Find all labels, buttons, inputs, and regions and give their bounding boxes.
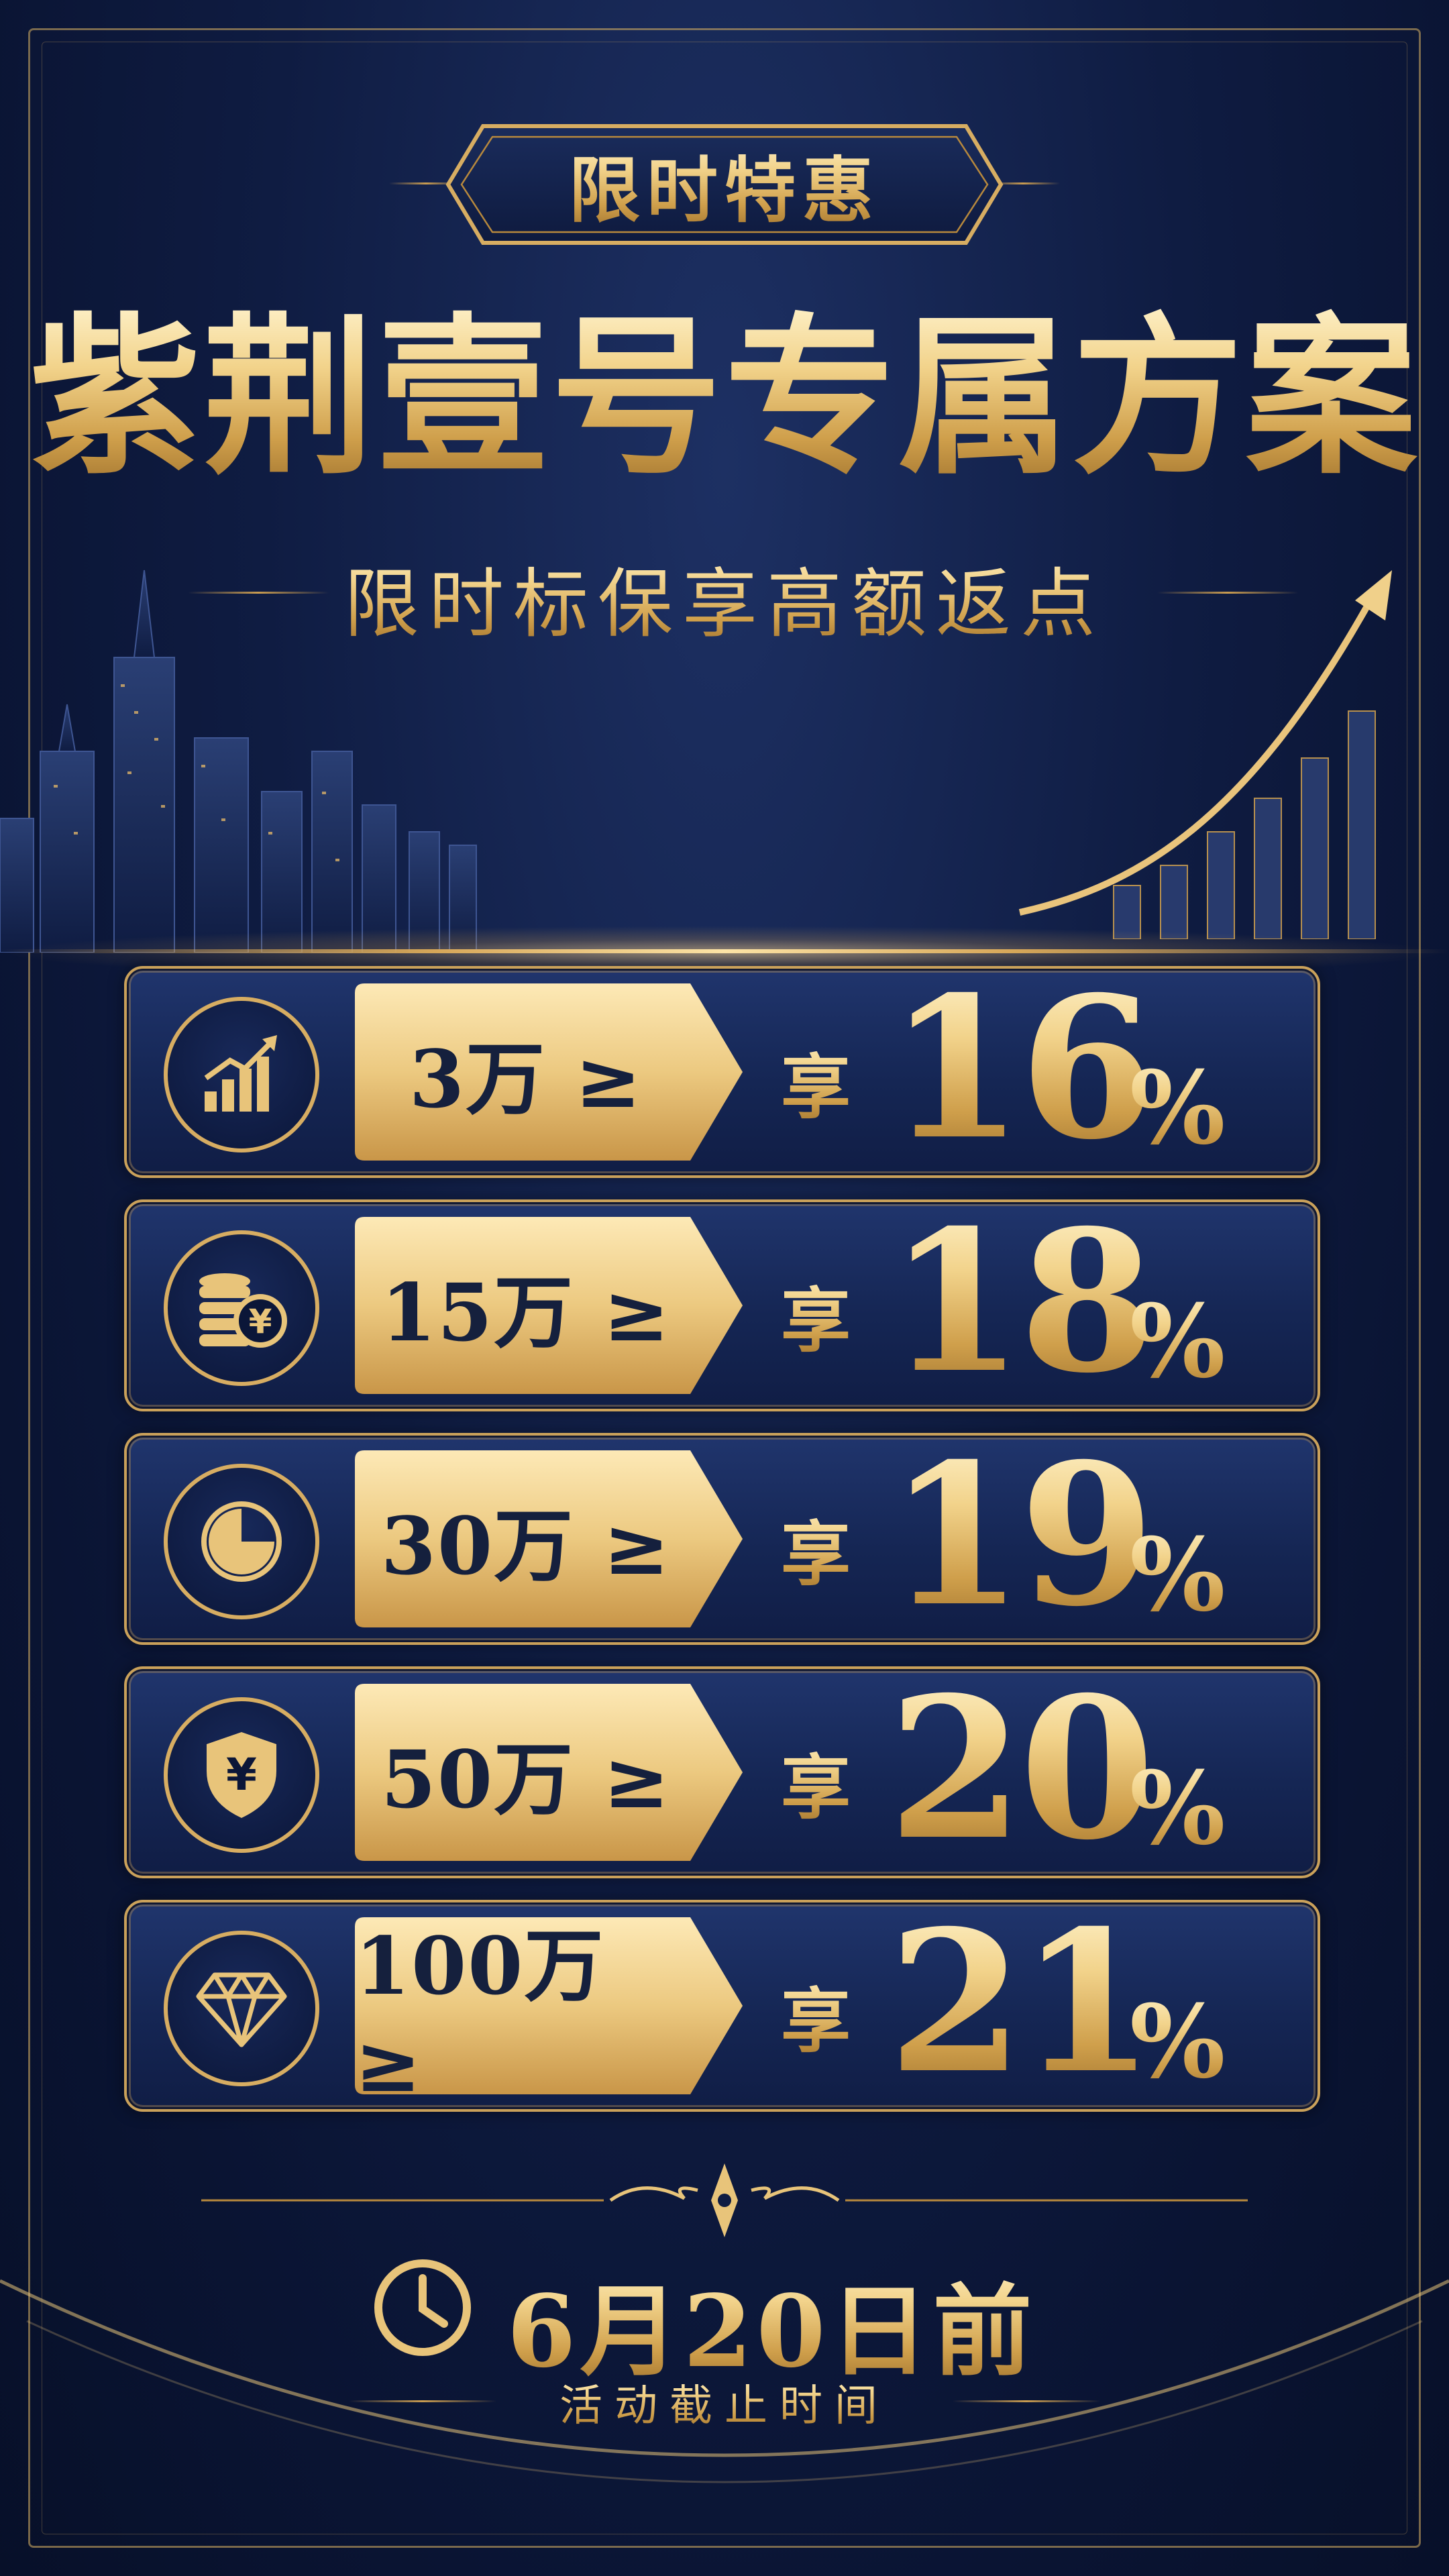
svg-text:¥: ¥ [249,1302,272,1341]
tier-enjoy-label: 享 [781,1731,851,1832]
tier-rate: 21 [888,1888,1155,2116]
tier-threshold-plate: 3万 ≥ [355,983,744,1161]
tier-enjoy-label: 享 [781,1497,851,1599]
promo-badge: 限时特惠 [443,121,1006,248]
badge-label: 限时特惠 [569,133,880,236]
tier-row-2: ¥ 15万 ≥ 享 18 % [124,1195,1320,1411]
tier-percent-sign: % [1130,1983,1226,2101]
tier-row-5: 100万 ≥ 享 21 % [124,1896,1320,2112]
tier-rate: 20 [888,1655,1155,1883]
tier-enjoy-label: 享 [781,1264,851,1365]
bottom-arc-decoration [0,2279,1449,2483]
coins-yuan-icon: ¥ [164,1230,319,1386]
tier-rate: 18 [888,1188,1155,1416]
tier-enjoy-label: 享 [781,1964,851,2065]
tier-threshold: 100万 ≥ [355,1919,605,2110]
tier-row-3: 30万 ≥ 享 19 % [124,1429,1320,1645]
bar-chart-icon [164,997,319,1152]
tier-row-4: ¥ 50万 ≥ 享 20 % [124,1662,1320,1878]
city-skyline-icon [0,570,477,953]
tier-row-1: 3万 ≥ 享 16 % [124,962,1320,1178]
diamond-icon [164,1931,319,2086]
page-title: 紫荆壹号专属方案 [0,295,1449,500]
tier-threshold: 3万 ≥ [409,1032,643,1126]
tier-rate: 16 [888,955,1155,1183]
svg-text:¥: ¥ [226,1749,257,1801]
tier-percent-sign: % [1130,1516,1226,1634]
tier-threshold-plate: 50万 ≥ [355,1684,744,1861]
tier-percent-sign: % [1130,1750,1226,1868]
pie-chart-icon [164,1464,319,1619]
tier-percent-sign: % [1130,1283,1226,1401]
tier-threshold-plate: 15万 ≥ [355,1217,744,1394]
horizon-line [0,949,1449,953]
tier-threshold: 50万 ≥ [380,1732,672,1826]
growth-arrow-icon [1018,570,1392,939]
tier-rate: 19 [888,1421,1155,1650]
tier-threshold-plate: 30万 ≥ [355,1450,744,1627]
tier-threshold-plate: 100万 ≥ [355,1917,744,2110]
tier-threshold: 15万 ≥ [380,1265,672,1359]
shield-yuan-icon: ¥ [164,1697,319,1853]
tier-enjoy-label: 享 [781,1030,851,1132]
tier-threshold: 30万 ≥ [380,1499,672,1593]
tier-percent-sign: % [1130,1049,1226,1167]
